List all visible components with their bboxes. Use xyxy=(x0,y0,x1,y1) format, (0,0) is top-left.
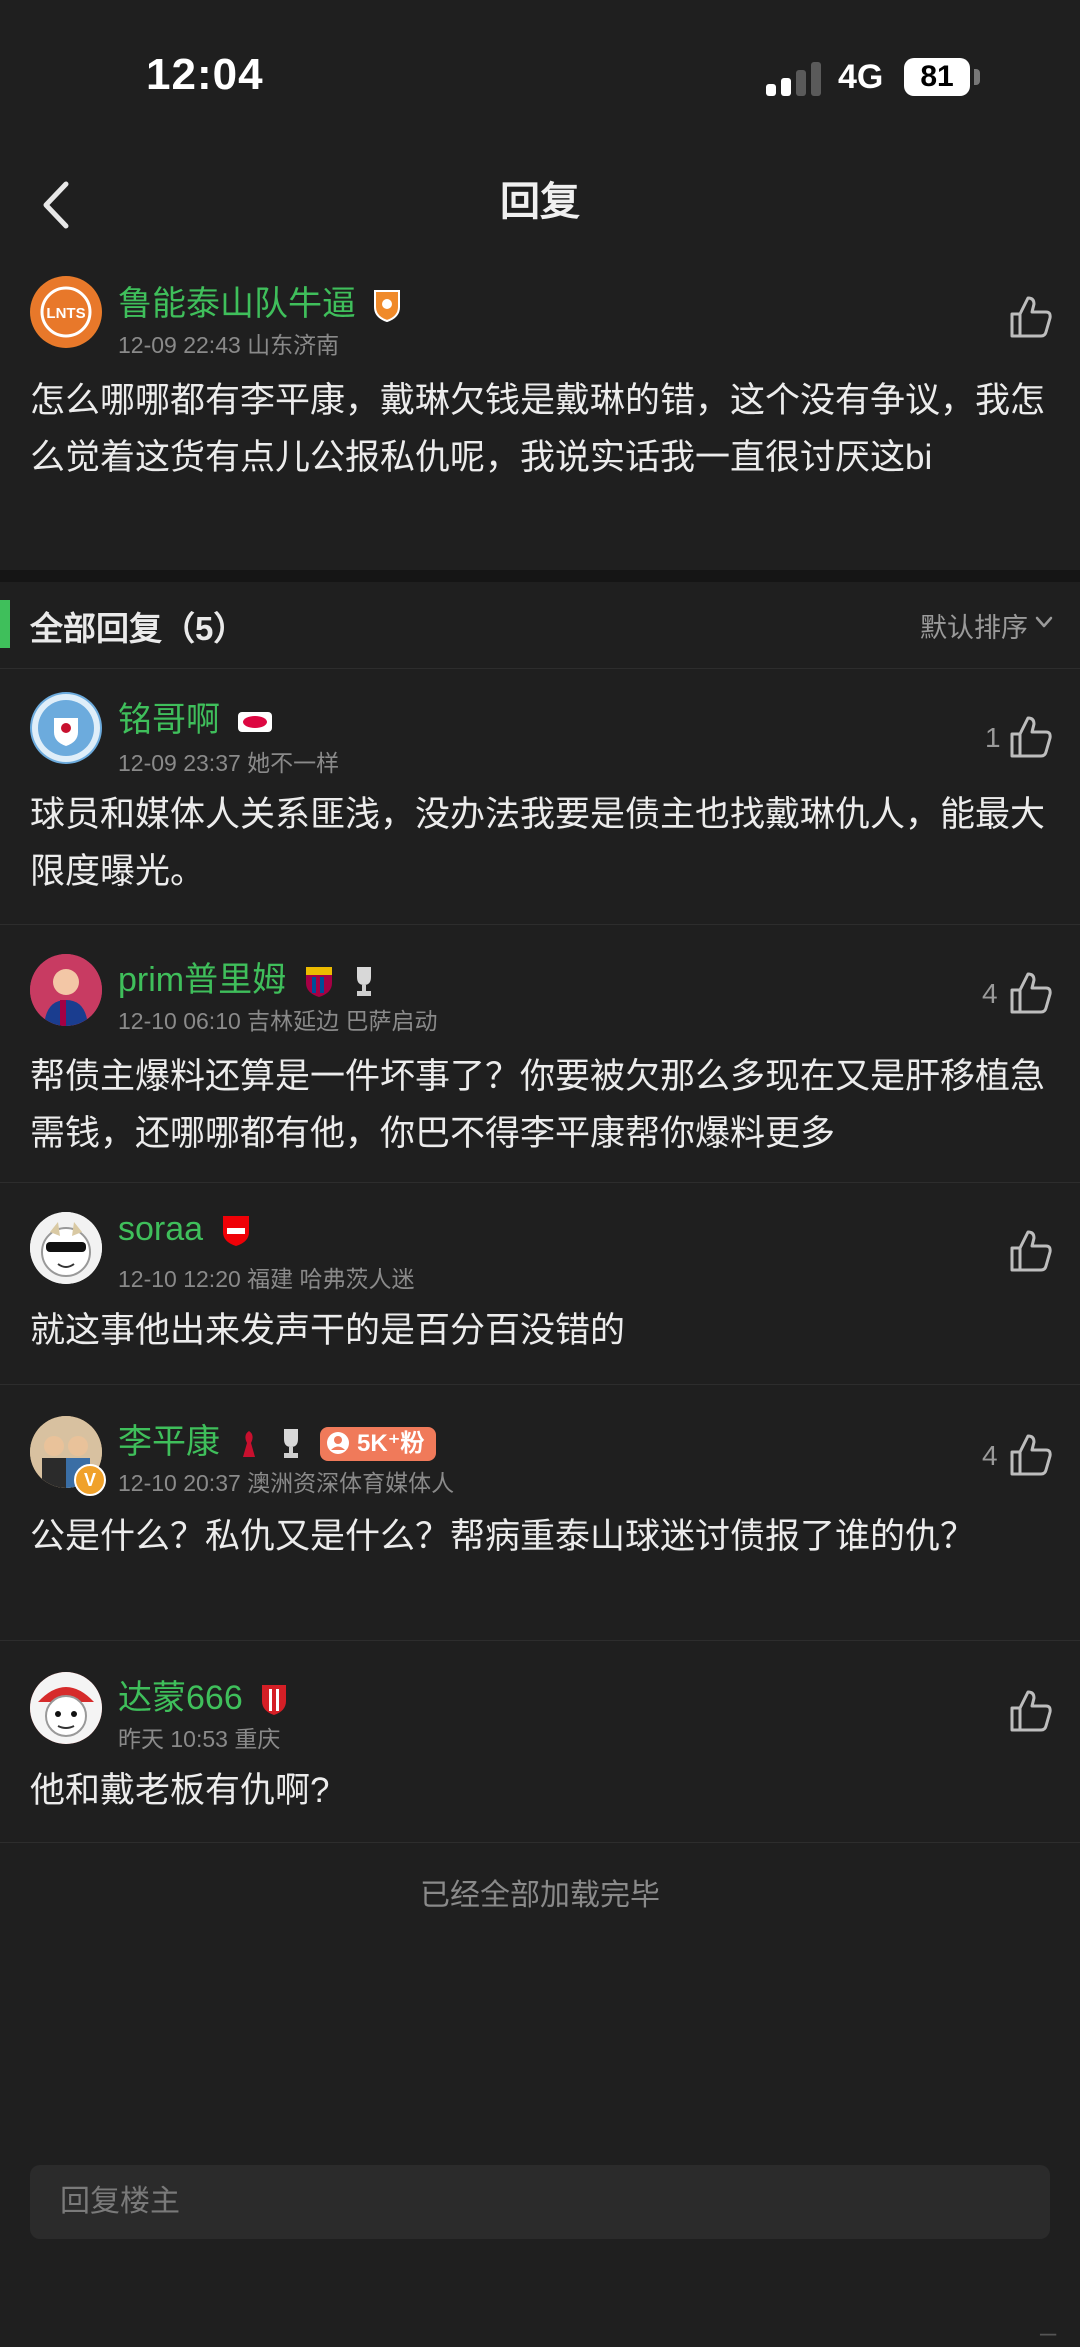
comment-text: 公是什么？私仇又是什么？帮病重泰山球迷讨债报了谁的仇？ xyxy=(30,1517,976,1556)
like-button[interactable] xyxy=(1008,1432,1054,1478)
comment-text: 球员和媒体人关系匪浅，没办法我要是债主也找戴琳仇人，能最大限度曝光。 xyxy=(30,795,1046,891)
comment-meta: 12-09 22:43 山东济南 xyxy=(118,332,340,358)
battery-tip xyxy=(974,69,980,85)
avatar[interactable]: LNTS xyxy=(30,276,102,348)
username[interactable]: soraa xyxy=(118,1210,251,1249)
avatar[interactable] xyxy=(30,692,102,764)
club-shield-icon xyxy=(262,1685,287,1716)
like-button[interactable] xyxy=(1008,714,1054,760)
like-count: 4 xyxy=(982,1440,998,1471)
thumbs-up-icon xyxy=(1010,1690,1052,1732)
replies-header: 全部回复（5） 默认排序 xyxy=(0,582,1080,669)
trophy-icon xyxy=(283,1429,298,1459)
avatar[interactable] xyxy=(30,1672,102,1744)
status-bar: 12:04 4G 81 xyxy=(0,0,1080,150)
username-text: 鲁能泰山队牛逼 xyxy=(118,285,356,323)
svg-text:LNTS: LNTS xyxy=(46,305,85,322)
thumbs-up-icon xyxy=(1010,972,1052,1014)
comment-text: 怎么哪哪都有李平康，戴琳欠钱是戴琳的错，这个没有争议，我怎么觉着这货有点儿公报私… xyxy=(30,381,1046,477)
comment-text: 就这事他出来发声干的是百分百没错的 xyxy=(30,1311,626,1350)
username-text: 达蒙666 xyxy=(118,1679,243,1717)
username[interactable]: 达蒙666 xyxy=(118,1670,288,1719)
comment-meta: 12-09 23:37 她不一样 xyxy=(118,750,340,776)
comment-text: 他和戴老板有仇啊? xyxy=(30,1771,330,1810)
username-text: 李平康 xyxy=(118,1423,220,1461)
like-button[interactable] xyxy=(1008,970,1054,1016)
username[interactable]: 铭哥啊 xyxy=(118,692,273,741)
thumbs-up-icon xyxy=(1010,716,1052,758)
fans-count: 5K⁺粉 xyxy=(357,1430,425,1458)
replies-title: 全部回复（5） xyxy=(30,610,247,647)
reply-input[interactable] xyxy=(30,2165,1050,2239)
club-crest-icon: LNTS xyxy=(32,278,100,346)
verified-badge: V xyxy=(74,1464,106,1496)
list-item: 达蒙666 昨天 10:53 重庆 他和戴老板有仇啊? xyxy=(0,1640,1080,1843)
username-text: 铭哥啊 xyxy=(118,701,220,739)
username-text: soraa xyxy=(118,1210,204,1248)
username[interactable]: prim普里姆 xyxy=(118,952,377,1001)
cartoon-avatar-icon xyxy=(30,1672,102,1744)
comment-meta: 12-10 06:10 吉林延边 巴萨启动 xyxy=(118,1008,438,1034)
reply-input-box[interactable] xyxy=(30,2165,1050,2239)
like-count: 4 xyxy=(982,978,998,1009)
user-photo-icon xyxy=(30,954,102,1026)
comment-meta: 12-10 12:20 福建 哈弗茨人迷 xyxy=(118,1266,415,1292)
avatar[interactable] xyxy=(30,1212,102,1284)
fans-badge: 5K⁺粉 xyxy=(320,1427,437,1462)
arsenal-badge-icon xyxy=(222,1216,249,1247)
club-badge-icon xyxy=(238,712,273,733)
comment-meta: 昨天 10:53 重庆 xyxy=(118,1726,281,1752)
signal-icon xyxy=(766,60,822,96)
section-accent-bar xyxy=(0,600,10,648)
like-count: 1 xyxy=(985,722,1001,753)
all-loaded-label: 已经全部加载完毕 xyxy=(420,1879,660,1912)
user-icon xyxy=(327,1432,350,1455)
comment-meta: 12-10 20:37 澳洲资深体育媒体人 xyxy=(118,1470,455,1496)
barcelona-badge-icon xyxy=(305,967,332,998)
thumbs-up-icon xyxy=(1010,1434,1052,1476)
battery-icon: 81 xyxy=(904,58,970,96)
like-button[interactable] xyxy=(1008,294,1054,340)
like-button[interactable] xyxy=(1008,1228,1054,1274)
status-time: 12:04 xyxy=(146,50,264,99)
username-text: prim普里姆 xyxy=(118,961,287,999)
cartoon-avatar-icon xyxy=(30,1212,102,1284)
list-item: soraa 12-10 12:20 福建 哈弗茨人迷 就这事他出来发声干的是百分… xyxy=(0,1182,1080,1385)
home-indicator: _ xyxy=(1040,2305,1056,2336)
liverpool-bird-icon xyxy=(243,1431,256,1458)
section-divider xyxy=(0,570,1080,582)
network-type: 4G xyxy=(838,58,884,96)
comment-text: 帮债主爆料还算是一件坏事了？你要被欠那么多现在又是肝移植急需钱，还哪哪都有他，你… xyxy=(30,1057,1046,1153)
list-item: prim普里姆 12-10 06:10 吉林延边 巴萨启动 4 帮债主爆料还算是… xyxy=(0,924,1080,1183)
page-title: 回复 xyxy=(500,180,580,224)
trophy-icon xyxy=(357,967,372,997)
chevron-down-icon[interactable] xyxy=(1034,612,1054,632)
sort-button[interactable]: 默认排序 xyxy=(920,606,1028,645)
thumbs-up-icon xyxy=(1010,1230,1052,1272)
like-button[interactable] xyxy=(1008,1688,1054,1734)
avatar[interactable] xyxy=(30,954,102,1026)
thumbs-up-icon xyxy=(1010,296,1052,338)
club-crest-icon xyxy=(32,694,100,762)
list-item: V 李平康 5K⁺粉 12-10 20:37 澳洲资深体育媒体人 4 公是什么？… xyxy=(0,1384,1080,1641)
username[interactable]: 鲁能泰山队牛逼 xyxy=(118,276,401,325)
username[interactable]: 李平康 5K⁺粉 xyxy=(118,1414,437,1463)
club-shield-icon xyxy=(374,290,401,323)
nav-header: 回复 xyxy=(0,150,1080,260)
list-item: 铭哥啊 12-09 23:37 她不一样 1 球员和媒体人关系匪浅，没办法我要是… xyxy=(0,668,1080,925)
